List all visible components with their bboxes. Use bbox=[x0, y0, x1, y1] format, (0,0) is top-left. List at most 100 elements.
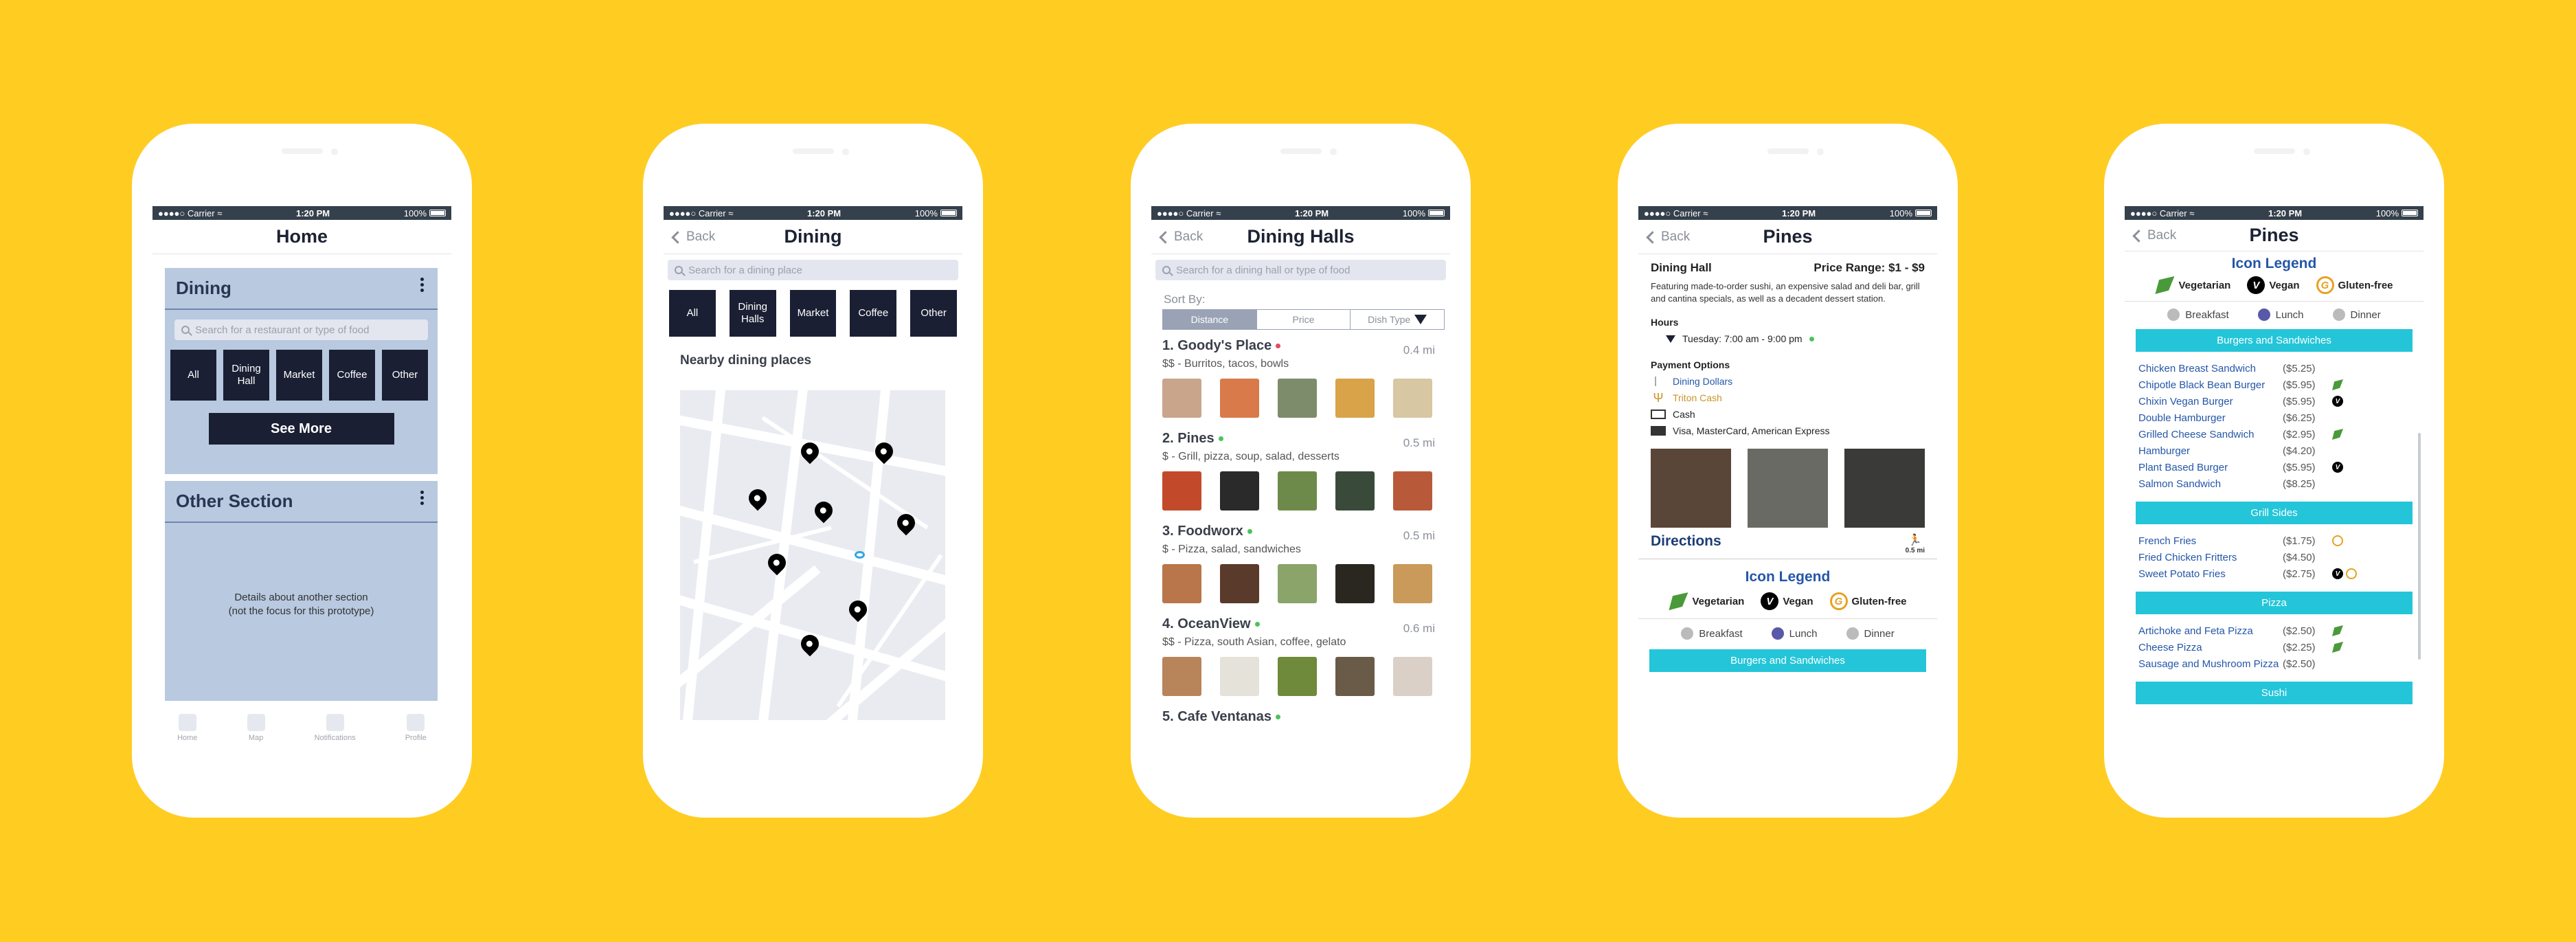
tab-map[interactable]: Map bbox=[247, 704, 265, 742]
category-button-dining-hall[interactable]: Dining Hall bbox=[223, 350, 269, 401]
sort-price[interactable]: Price bbox=[1257, 310, 1351, 329]
search-input[interactable]: Search for a restaurant or type of food bbox=[174, 319, 428, 340]
restaurant-photo[interactable] bbox=[1748, 449, 1828, 528]
status-dot bbox=[1218, 436, 1223, 442]
home-icon bbox=[178, 714, 196, 731]
food-photo bbox=[1278, 471, 1317, 511]
back-button[interactable]: Back bbox=[2130, 220, 2176, 251]
menu-item-price: ($8.25) bbox=[2283, 478, 2316, 490]
restaurant-name: 5. Cafe Ventanas bbox=[1162, 705, 1439, 725]
menu-item[interactable]: Plant Based Burger ($5.95) V bbox=[2125, 459, 2424, 475]
restaurant-item[interactable]: 3. Foodworx 0.5 mi $ - Pizza, salad, san… bbox=[1151, 519, 1450, 612]
menu-item[interactable]: Artichoke and Feta Pizza ($2.50) bbox=[2125, 623, 2424, 639]
nearby-map[interactable] bbox=[680, 390, 945, 720]
restaurant-item[interactable]: 1. Goody's Place 0.4 mi $$ - Burritos, t… bbox=[1151, 334, 1450, 427]
restaurant-description: Featuring made-to-order sushi, an expens… bbox=[1651, 281, 1920, 304]
pines-detail-screen: ●●●●○ Carrier ≈ 1:20 PM 100% Back Pines … bbox=[1638, 206, 1937, 742]
menu-item-name: Chipotle Black Bean Burger bbox=[2138, 379, 2266, 391]
back-button[interactable]: Back bbox=[1157, 220, 1203, 254]
menu-item-name: Grilled Cheese Sandwich bbox=[2138, 428, 2255, 440]
legend-vegetarian: Vegetarian bbox=[2155, 276, 2230, 294]
category-button-market[interactable]: Market bbox=[276, 350, 322, 401]
more-options-icon[interactable] bbox=[420, 278, 424, 292]
battery-indicator: 100% bbox=[404, 208, 446, 218]
tab-home[interactable]: Home bbox=[177, 704, 197, 742]
menu-item[interactable]: Cheese Pizza ($2.25) bbox=[2125, 639, 2424, 655]
menu-item[interactable]: Salmon Sandwich ($8.25) bbox=[2125, 475, 2424, 492]
payment-option: Ψ Triton Cash bbox=[1651, 392, 1925, 404]
dietary-icons bbox=[2332, 429, 2343, 440]
meal-breakfast[interactable]: Breakfast bbox=[1681, 627, 1743, 640]
category-button-coffee[interactable]: Coffee bbox=[850, 290, 897, 337]
search-input[interactable]: Search for a dining hall or type of food bbox=[1155, 260, 1446, 280]
credit-card-icon bbox=[1651, 426, 1666, 436]
category-buttons: All Dining Hall Market Coffee Other bbox=[165, 350, 438, 401]
page-title: Home bbox=[275, 226, 328, 247]
see-more-button[interactable]: See More bbox=[208, 413, 394, 445]
carrier-label: ●●●●○ Carrier ≈ bbox=[158, 208, 223, 218]
category-button-coffee[interactable]: Coffee bbox=[329, 350, 375, 401]
category-button-dining-halls[interactable]: Dining Halls bbox=[729, 290, 776, 337]
divider bbox=[165, 309, 438, 310]
menu-item[interactable]: French Fries ($1.75) bbox=[2125, 532, 2424, 549]
menu-item[interactable]: Chixin Vegan Burger ($5.95) V bbox=[2125, 393, 2424, 410]
menu-item[interactable]: Sausage and Mushroom Pizza ($2.50) bbox=[2125, 655, 2424, 672]
restaurant-list: 1. Goody's Place 0.4 mi $$ - Burritos, t… bbox=[1151, 334, 1450, 742]
back-button[interactable]: Back bbox=[669, 220, 715, 254]
page-title: Dining bbox=[784, 226, 842, 247]
more-options-icon[interactable] bbox=[420, 491, 424, 505]
divider bbox=[165, 522, 438, 523]
map-icon bbox=[247, 714, 265, 731]
page-title: Pines bbox=[1763, 226, 1813, 247]
restaurant-distance: 0.6 mi bbox=[1403, 622, 1435, 635]
food-photo bbox=[1393, 564, 1432, 603]
meal-dinner[interactable]: Dinner bbox=[1846, 627, 1895, 640]
restaurant-item[interactable]: 2. Pines 0.5 mi $ - Grill, pizza, soup, … bbox=[1151, 427, 1450, 519]
restaurant-photo[interactable] bbox=[1844, 449, 1925, 528]
category-button-market[interactable]: Market bbox=[789, 290, 837, 337]
restaurant-item[interactable]: 4. OceanView 0.6 mi $$ - Pizza, south As… bbox=[1151, 612, 1450, 705]
food-photos bbox=[1162, 564, 1439, 603]
carrier-label: ●●●●○ Carrier ≈ bbox=[1644, 208, 1708, 218]
sort-distance[interactable]: Distance bbox=[1163, 310, 1257, 329]
menu-item[interactable]: Grilled Cheese Sandwich ($2.95) bbox=[2125, 426, 2424, 442]
leaf-icon bbox=[2332, 642, 2343, 653]
meal-breakfast[interactable]: Breakfast bbox=[2167, 309, 2229, 321]
bell-icon bbox=[326, 714, 344, 731]
meal-lunch[interactable]: Lunch bbox=[1771, 627, 1818, 640]
hours-row[interactable]: Tuesday: 7:00 am - 9:00 pm bbox=[1651, 333, 1925, 344]
menu-item[interactable]: Fried Chicken Fritters ($4.50) bbox=[2125, 549, 2424, 565]
meal-filter: Breakfast Lunch Dinner bbox=[1638, 627, 1937, 640]
category-button-other[interactable]: Other bbox=[382, 350, 428, 401]
search-icon bbox=[1162, 266, 1171, 274]
restaurant-photo[interactable] bbox=[1651, 449, 1731, 528]
food-photo bbox=[1393, 471, 1432, 511]
restaurant-distance: 0.5 mi bbox=[1403, 436, 1435, 449]
phone-pines-menu: ●●●●○ Carrier ≈ 1:20 PM 100% Back Pines … bbox=[2104, 124, 2444, 818]
legend-gluten-free: G Gluten-free bbox=[2316, 276, 2393, 294]
scrollbar[interactable] bbox=[2418, 433, 2421, 660]
back-button[interactable]: Back bbox=[1644, 220, 1690, 254]
dining-section: Dining Search for a restaurant or type o… bbox=[165, 268, 438, 474]
directions-row[interactable]: Directions 🏃 0.5 mi bbox=[1638, 533, 1937, 554]
tab-profile[interactable]: Profile bbox=[405, 704, 427, 742]
category-button-all[interactable]: All bbox=[669, 290, 716, 337]
open-status-dot bbox=[1809, 336, 1814, 341]
menu-item[interactable]: Hamburger ($4.20) bbox=[2125, 442, 2424, 459]
menu-item-price: ($5.95) bbox=[2283, 461, 2316, 473]
menu-item[interactable]: Chicken Breast Sandwich ($5.25) bbox=[2125, 360, 2424, 377]
menu-item-price: ($1.75) bbox=[2283, 535, 2316, 547]
search-input[interactable]: Search for a dining place bbox=[668, 260, 958, 280]
category-button-other[interactable]: Other bbox=[910, 290, 957, 337]
sort-dish-type[interactable]: Dish Type bbox=[1351, 310, 1444, 329]
menu-item[interactable]: Chipotle Black Bean Burger ($5.95) bbox=[2125, 377, 2424, 393]
menu-item-name: Cheese Pizza bbox=[2138, 641, 2202, 653]
menu-item[interactable]: Sweet Potato Fries ($2.75) V bbox=[2125, 565, 2424, 582]
restaurant-item[interactable]: 5. Cafe Ventanas bbox=[1151, 705, 1450, 742]
meal-dinner[interactable]: Dinner bbox=[2332, 309, 2381, 321]
legend-title: Icon Legend bbox=[1745, 569, 1831, 585]
meal-lunch[interactable]: Lunch bbox=[2257, 309, 2304, 321]
menu-item[interactable]: Double Hamburger ($6.25) bbox=[2125, 410, 2424, 426]
tab-notifications[interactable]: Notifications bbox=[315, 704, 356, 742]
category-button-all[interactable]: All bbox=[170, 350, 216, 401]
